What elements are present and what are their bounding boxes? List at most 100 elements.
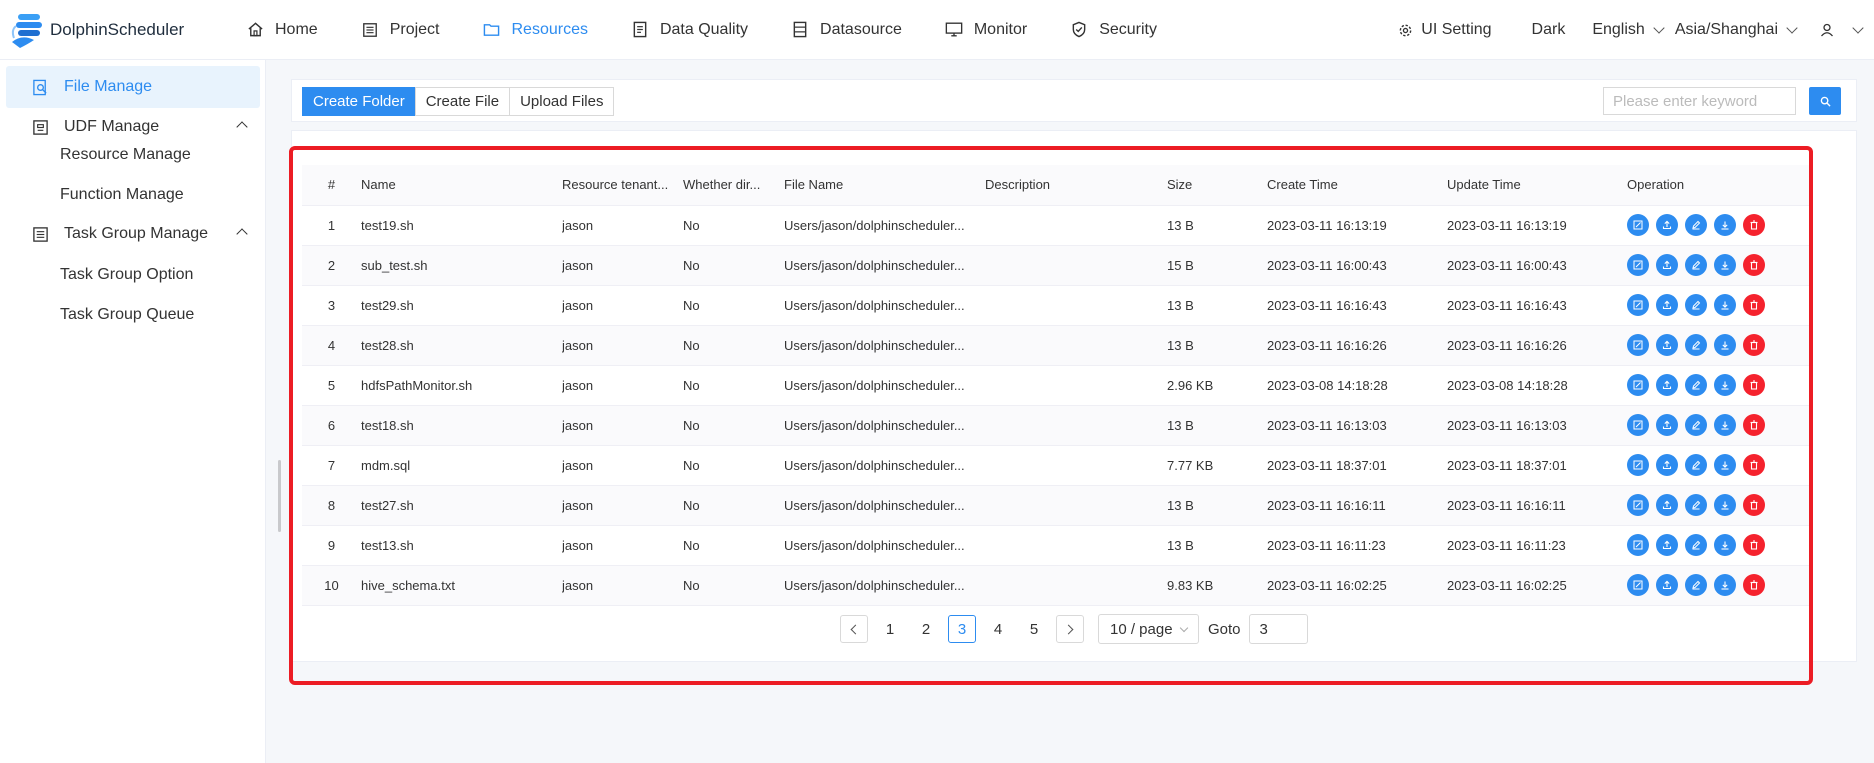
edit-button[interactable] <box>1627 254 1649 276</box>
goto-page-input[interactable] <box>1248 614 1308 644</box>
cell-name[interactable]: hive_schema.txt <box>361 565 562 606</box>
create-folder-button[interactable]: Create Folder <box>302 87 416 116</box>
page-4-button[interactable]: 4 <box>984 615 1012 643</box>
download-button[interactable] <box>1714 414 1736 436</box>
upload-files-button[interactable]: Upload Files <box>509 87 615 116</box>
nav-item-home[interactable]: Home <box>224 0 339 60</box>
sidebar-item-task-group-manage[interactable]: Task Group Manage <box>6 213 260 255</box>
nav-item-data-quality[interactable]: Data Quality <box>609 0 769 60</box>
rename-button[interactable] <box>1685 294 1707 316</box>
delete-button[interactable] <box>1743 574 1765 596</box>
next-page-button[interactable] <box>1056 615 1084 643</box>
sidebar-scrollbar[interactable] <box>278 460 281 532</box>
reupload-button[interactable] <box>1656 454 1678 476</box>
edit-button[interactable] <box>1627 534 1649 556</box>
cell-name[interactable]: test28.sh <box>361 325 562 366</box>
download-button[interactable] <box>1714 454 1736 476</box>
edit-button[interactable] <box>1627 454 1649 476</box>
language-select[interactable]: English <box>1592 0 1665 60</box>
page-1-button[interactable]: 1 <box>876 615 904 643</box>
sidebar-item-task-group-queue[interactable]: Task Group Queue <box>60 306 194 324</box>
cell-updated: 2023-03-11 16:16:43 <box>1447 285 1627 326</box>
rename-button[interactable] <box>1685 374 1707 396</box>
cell-name[interactable]: mdm.sql <box>361 445 562 486</box>
sidebar-item-task-group-option[interactable]: Task Group Option <box>60 266 193 284</box>
reupload-button[interactable] <box>1656 254 1678 276</box>
nav-item-security[interactable]: Security <box>1048 0 1178 60</box>
download-button[interactable] <box>1714 294 1736 316</box>
rename-button[interactable] <box>1685 254 1707 276</box>
create-file-button[interactable]: Create File <box>414 87 511 116</box>
rename-button[interactable] <box>1685 414 1707 436</box>
page-size-select[interactable]: 10 / page <box>1098 614 1199 644</box>
edit-button[interactable] <box>1627 574 1649 596</box>
cell-name[interactable]: sub_test.sh <box>361 245 562 286</box>
sidebar-item-udf-manage[interactable]: UDF Manage <box>6 106 260 148</box>
delete-button[interactable] <box>1743 254 1765 276</box>
cell-desc <box>985 205 1167 246</box>
nav-item-project[interactable]: Project <box>339 0 461 60</box>
user-menu[interactable] <box>1820 0 1864 60</box>
download-button[interactable] <box>1714 214 1736 236</box>
download-button[interactable] <box>1714 334 1736 356</box>
reupload-button[interactable] <box>1656 334 1678 356</box>
upload-icon <box>1662 580 1672 590</box>
download-button[interactable] <box>1714 534 1736 556</box>
cell-name[interactable]: test18.sh <box>361 405 562 446</box>
cell-name[interactable]: test13.sh <box>361 525 562 566</box>
nav-item-datasource[interactable]: Datasource <box>769 0 923 60</box>
nav-item-resources[interactable]: Resources <box>460 0 608 60</box>
delete-button[interactable] <box>1743 454 1765 476</box>
reupload-button[interactable] <box>1656 374 1678 396</box>
edit-button[interactable] <box>1627 494 1649 516</box>
delete-button[interactable] <box>1743 214 1765 236</box>
download-button[interactable] <box>1714 494 1736 516</box>
reupload-button[interactable] <box>1656 414 1678 436</box>
delete-button[interactable] <box>1743 414 1765 436</box>
search-input[interactable] <box>1603 87 1796 115</box>
cell-name[interactable]: hdfsPathMonitor.sh <box>361 365 562 406</box>
page-3-button[interactable]: 3 <box>948 615 976 643</box>
prev-page-button[interactable] <box>840 615 868 643</box>
download-icon <box>1720 460 1730 470</box>
delete-button[interactable] <box>1743 494 1765 516</box>
reupload-button[interactable] <box>1656 534 1678 556</box>
sidebar-item-function-manage[interactable]: Function Manage <box>60 186 184 204</box>
logo[interactable]: DolphinScheduler <box>0 8 210 52</box>
reupload-button[interactable] <box>1656 214 1678 236</box>
reupload-button[interactable] <box>1656 294 1678 316</box>
reupload-button[interactable] <box>1656 494 1678 516</box>
timezone-select[interactable]: Asia/Shanghai <box>1675 0 1798 60</box>
rename-button[interactable] <box>1685 494 1707 516</box>
rename-button[interactable] <box>1685 334 1707 356</box>
edit-button[interactable] <box>1627 414 1649 436</box>
sidebar-item-resource-manage[interactable]: Resource Manage <box>60 146 191 164</box>
download-button[interactable] <box>1714 574 1736 596</box>
ui-setting-button[interactable]: UI Setting <box>1398 0 1492 60</box>
search-button[interactable] <box>1809 87 1841 115</box>
page-2-button[interactable]: 2 <box>912 615 940 643</box>
cell-name[interactable]: test19.sh <box>361 205 562 246</box>
rename-button[interactable] <box>1685 574 1707 596</box>
edit-button[interactable] <box>1627 294 1649 316</box>
delete-button[interactable] <box>1743 374 1765 396</box>
edit-button[interactable] <box>1627 214 1649 236</box>
cell-name[interactable]: test27.sh <box>361 485 562 526</box>
delete-button[interactable] <box>1743 534 1765 556</box>
cell-size: 9.83 KB <box>1167 565 1267 606</box>
download-button[interactable] <box>1714 254 1736 276</box>
nav-item-monitor[interactable]: Monitor <box>923 0 1048 60</box>
rename-button[interactable] <box>1685 214 1707 236</box>
rename-button[interactable] <box>1685 454 1707 476</box>
rename-button[interactable] <box>1685 534 1707 556</box>
reupload-button[interactable] <box>1656 574 1678 596</box>
theme-toggle[interactable]: Dark <box>1532 0 1566 60</box>
edit-button[interactable] <box>1627 374 1649 396</box>
delete-button[interactable] <box>1743 334 1765 356</box>
cell-name[interactable]: test29.sh <box>361 285 562 326</box>
delete-button[interactable] <box>1743 294 1765 316</box>
sidebar-item-file-manage[interactable]: File Manage <box>6 66 260 108</box>
download-button[interactable] <box>1714 374 1736 396</box>
edit-button[interactable] <box>1627 334 1649 356</box>
page-5-button[interactable]: 5 <box>1020 615 1048 643</box>
